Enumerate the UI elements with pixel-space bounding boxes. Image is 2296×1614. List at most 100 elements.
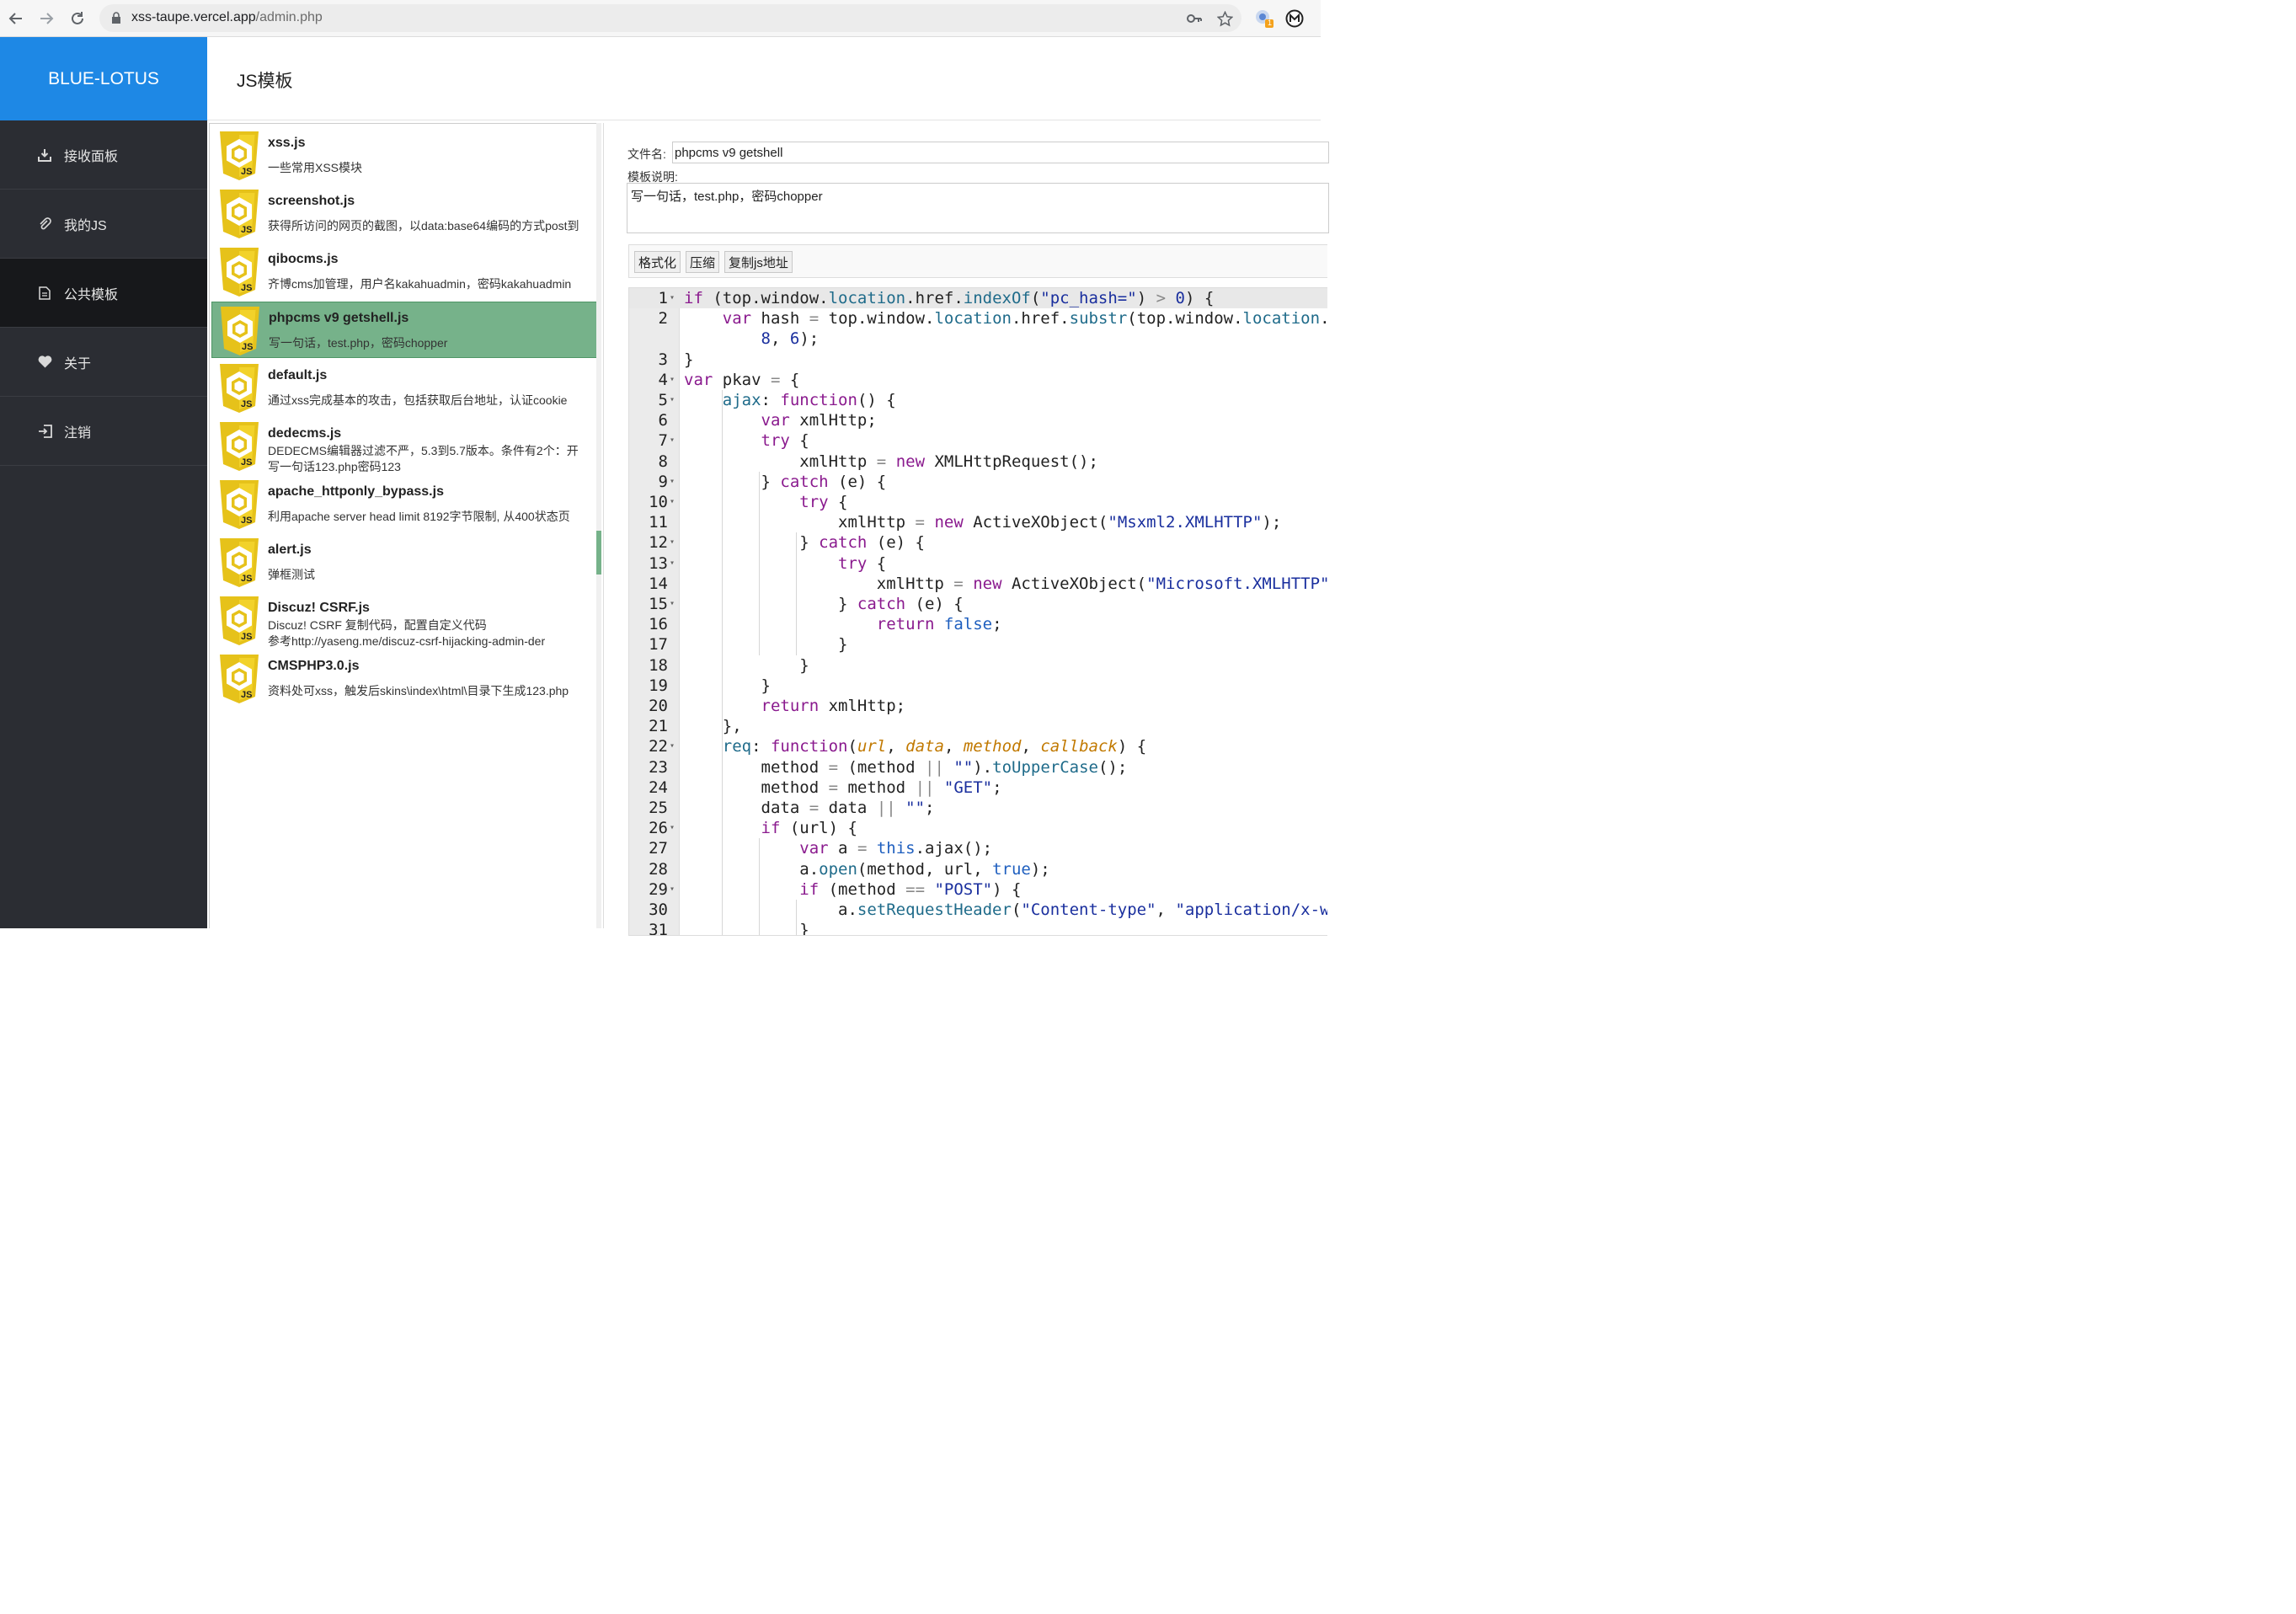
template-item[interactable]: JS dedecms.js DEDECMS编辑器过滤不严，5.3到5.7版本。条件有… [211, 418, 597, 474]
sidebar-item-about[interactable]: 关于 [0, 328, 207, 397]
code-line[interactable]: 12 ▾ } catch (e) { [629, 532, 1327, 553]
code-text: } [684, 676, 771, 695]
code-line[interactable]: 6 var xmlHttp; [629, 410, 1327, 430]
line-number: 20 [649, 697, 668, 715]
code-line[interactable]: 8 xmlHttp = new XMLHttpRequest(); [629, 452, 1327, 472]
fold-arrow-icon[interactable]: ▾ [670, 390, 678, 410]
fold-arrow-icon[interactable]: ▾ [670, 818, 678, 838]
code-line[interactable]: 22 ▾ req: function(url, data, method, cal… [629, 736, 1327, 756]
template-item[interactable]: JS Discuz! CSRF.js Discuz! CSRF 复制代码，配置自定义… [211, 592, 597, 649]
list-scrollbar[interactable] [596, 123, 601, 928]
editor-toolbar: 格式化 压缩 复制js地址 [628, 244, 1327, 278]
back-arrow-icon[interactable] [5, 8, 27, 29]
template-item[interactable]: JS qibocms.js 齐博cms加管理，用户名kakahuadmin，密码ka… [211, 243, 597, 300]
fold-arrow-icon[interactable]: ▾ [670, 879, 678, 900]
js-logo-icon: JS [218, 248, 260, 297]
code-text: } [684, 635, 848, 655]
code-line[interactable]: 8, 6); [629, 329, 1327, 349]
compress-button[interactable]: 压缩 [686, 251, 720, 273]
template-list: JS xss.js 一些常用XSS模块 JS screenshot.js 获得所访问的网页… [209, 123, 601, 928]
code-line[interactable]: 17 } [629, 634, 1327, 655]
js-logo-icon: JS [218, 190, 260, 238]
code-line[interactable]: 31 } [629, 920, 1327, 936]
fold-arrow-icon[interactable]: ▾ [670, 736, 678, 756]
filename-input[interactable] [672, 142, 1329, 163]
code-line[interactable]: 18 } [629, 655, 1327, 676]
code-line[interactable]: 1 ▾ if (top.window.location.href.indexOf("… [629, 288, 1327, 308]
code-line[interactable]: 4 ▾ var pkav = { [629, 370, 1327, 390]
sidebar-item-label: 关于 [64, 356, 92, 371]
code-line[interactable]: 11 xmlHttp = new ActiveXObject("Msxml2.X… [629, 512, 1327, 532]
fold-arrow-icon[interactable]: ▾ [670, 472, 678, 492]
fold-arrow-icon[interactable]: ▾ [670, 430, 678, 451]
code-line[interactable]: 2 var hash = top.window.location.href.su… [629, 308, 1327, 329]
code-line[interactable]: 14 xmlHttp = new ActiveXObject("Microsof… [629, 574, 1327, 594]
address-bar[interactable]: xss-taupe.vercel.app/admin.php [99, 4, 1241, 32]
template-item[interactable]: JS xss.js 一些常用XSS模块 [211, 127, 597, 184]
line-number: 16 [649, 615, 668, 634]
template-item[interactable]: JS alert.js 弹框测试 [211, 534, 597, 591]
code-line[interactable]: 27 var a = this.ajax(); [629, 838, 1327, 858]
code-line[interactable]: 16 return false; [629, 614, 1327, 634]
forward-arrow-icon[interactable] [35, 8, 57, 29]
code-line[interactable]: 23 method = (method || "").toUpperCase()… [629, 757, 1327, 778]
m-extension-icon[interactable] [1284, 8, 1305, 29]
template-name: xss.js [268, 136, 306, 150]
line-number: 19 [649, 676, 668, 695]
code-line[interactable]: 15 ▾ } catch (e) { [629, 594, 1327, 614]
code-line[interactable]: 13 ▾ try { [629, 553, 1327, 574]
copy-js-url-button[interactable]: 复制js地址 [724, 251, 793, 273]
code-line[interactable]: 19 } [629, 676, 1327, 696]
indent-guide [796, 900, 797, 935]
template-item[interactable]: JS phpcms v9 getshell.js 写一句话，test.php，密码c… [211, 302, 597, 358]
line-number: 30 [649, 901, 668, 919]
template-description: 齐博cms加管理，用户名kakahuadmin，密码kakahuadmin [268, 277, 572, 291]
list-scroll-thumb[interactable] [596, 531, 601, 575]
line-number: 18 [649, 655, 668, 675]
sidebar-item-public-templates[interactable]: 公共模板 [0, 259, 207, 328]
line-number: 21 [649, 717, 668, 736]
code-line[interactable]: 29 ▾ if (method == "POST") { [629, 879, 1327, 900]
sidebar-item-logout[interactable]: 注销 [0, 397, 207, 466]
fold-arrow-icon[interactable]: ▾ [670, 370, 678, 390]
line-number: 31 [649, 921, 668, 936]
code-line[interactable]: 20 return xmlHttp; [629, 696, 1327, 716]
template-item[interactable]: JS apache_httponly_bypass.js 利用apache serv… [211, 476, 597, 532]
brand-logo[interactable]: BLUE-LOTUS [0, 37, 207, 120]
code-editor[interactable]: 1 ▾ if (top.window.location.href.indexOf("… [628, 287, 1327, 936]
code-line[interactable]: 9 ▾ } catch (e) { [629, 472, 1327, 492]
code-line[interactable]: 3} [629, 350, 1327, 370]
code-line[interactable]: 28 a.open(method, url, true); [629, 859, 1327, 879]
code-line[interactable]: 25 data = data || ""; [629, 798, 1327, 818]
code-line[interactable]: 21 }, [629, 716, 1327, 736]
code-line[interactable]: 26 ▾ if (url) { [629, 818, 1327, 838]
code-line[interactable]: 5 ▾ ajax: function() { [629, 390, 1327, 410]
fold-arrow-icon[interactable]: ▾ [670, 553, 678, 574]
code-line[interactable]: 10 ▾ try { [629, 492, 1327, 512]
template-item[interactable]: JS CMSPHP3.0.js 资料处可xss，触发后skins\index\htm… [211, 650, 597, 707]
fold-arrow-icon[interactable]: ▾ [670, 492, 678, 512]
fold-arrow-icon[interactable]: ▾ [670, 594, 678, 614]
code-line[interactable]: 24 method = method || "GET"; [629, 778, 1327, 798]
sidebar-item-label: 我的JS [64, 218, 107, 233]
line-number: 7 [658, 431, 668, 451]
sidebar-item-my-js[interactable]: 我的JS [0, 190, 207, 259]
reload-icon[interactable] [67, 8, 88, 29]
key-icon[interactable] [1186, 10, 1203, 27]
template-item[interactable]: JS screenshot.js 获得所访问的网页的截图，以data:base64编… [211, 185, 597, 242]
indent-guide [722, 736, 723, 935]
star-bookmark-icon[interactable] [1216, 10, 1233, 27]
svg-text:JS: JS [241, 283, 252, 293]
code-text: if (method == "POST") { [799, 879, 1022, 899]
extension-icon[interactable]: 1 [1254, 8, 1274, 29]
line-number: 6 [658, 411, 668, 430]
fold-arrow-icon[interactable]: ▾ [670, 288, 678, 308]
format-button[interactable]: 格式化 [634, 251, 681, 273]
template-name: Discuz! CSRF.js [268, 601, 370, 615]
code-line[interactable]: 7 ▾ try { [629, 430, 1327, 451]
template-item[interactable]: JS default.js 通过xss完成基本的攻击，包括获取后台地址，认证cook… [211, 360, 597, 416]
code-line[interactable]: 30 a.setRequestHeader("Content-type", "a… [629, 900, 1327, 920]
sidebar-item-receive-panel[interactable]: 接收面板 [0, 120, 207, 190]
template-desc-textarea[interactable]: 写一句话，test.php，密码chopper [627, 183, 1329, 233]
fold-arrow-icon[interactable]: ▾ [670, 532, 678, 553]
